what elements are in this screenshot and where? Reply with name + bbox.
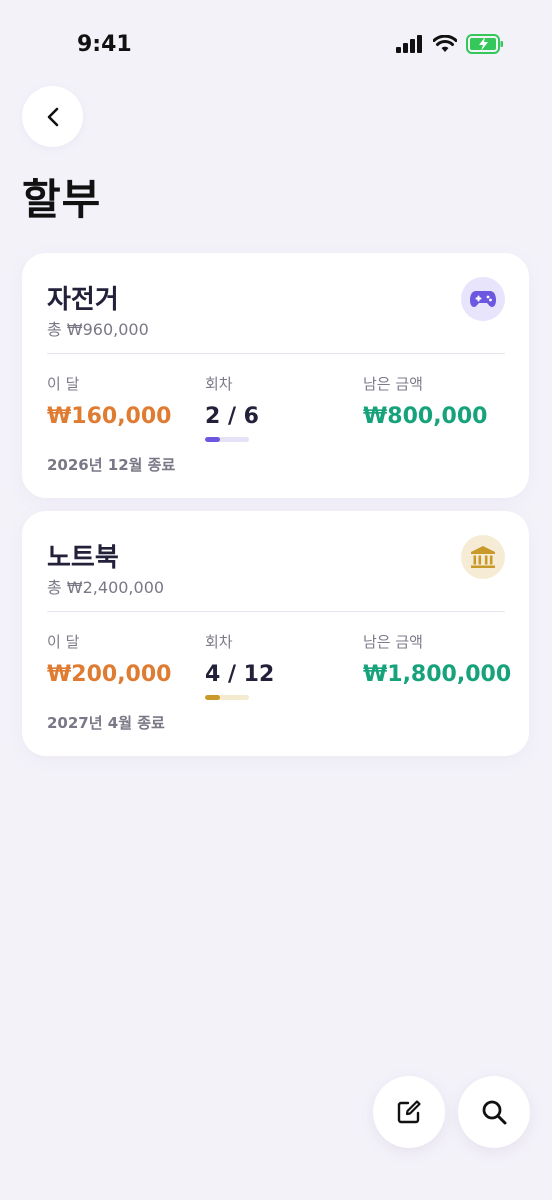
this-month-column: 이 달 ₩200,000 [47, 631, 171, 687]
wifi-icon [433, 35, 457, 52]
remaining-column: 남은 금액 ₩800,000 [363, 373, 487, 429]
search-icon [482, 1100, 507, 1125]
edit-button[interactable] [373, 1076, 445, 1148]
count-value: 2 / 6 [205, 404, 259, 429]
progress-bar [205, 695, 249, 700]
card-name: 자전거 [47, 285, 119, 315]
remaining-column: 남은 금액 ₩1,800,000 [363, 631, 511, 687]
signal-icon [396, 35, 422, 53]
progress-bar [205, 437, 249, 442]
card-name: 노트북 [47, 543, 119, 573]
card-total: 총 ₩960,000 [47, 320, 149, 339]
bank-icon [461, 535, 505, 579]
remaining-value: ₩1,800,000 [363, 662, 512, 687]
card-divider [47, 611, 505, 612]
gamepad-icon [461, 277, 505, 321]
end-date: 2027년 4월 종료 [47, 714, 165, 732]
progress-fill [205, 437, 220, 442]
end-date: 2026년 12월 종료 [47, 456, 176, 474]
battery-icon [466, 34, 503, 54]
card-total: 총 ₩2,400,000 [47, 578, 165, 597]
card-divider [47, 353, 505, 354]
installment-card[interactable]: 자전거 총 ₩960,000 이 달 ₩160,000 회차 2 / 6 남은 … [22, 253, 529, 498]
this-month-value: ₩160,000 [47, 404, 172, 429]
count-label: 회차 [205, 633, 233, 651]
remaining-label: 남은 금액 [363, 375, 423, 393]
count-column: 회차 4 / 12 [205, 631, 274, 700]
count-value: 4 / 12 [205, 662, 275, 687]
status-time: 9:41 [77, 32, 132, 57]
chevron-left-icon [47, 107, 58, 126]
back-button[interactable] [22, 86, 83, 147]
page-title: 할부 [22, 175, 102, 224]
remaining-label: 남은 금액 [363, 633, 423, 651]
this-month-label: 이 달 [47, 633, 80, 651]
edit-icon [397, 1100, 421, 1124]
status-icons [396, 34, 504, 54]
remaining-value: ₩800,000 [363, 404, 488, 429]
count-column: 회차 2 / 6 [205, 373, 259, 442]
search-button[interactable] [458, 1076, 530, 1148]
this-month-value: ₩200,000 [47, 662, 172, 687]
this-month-label: 이 달 [47, 375, 80, 393]
installment-card[interactable]: 노트북 총 ₩2,400,000 이 달 ₩200,000 회차 4 / 12 … [22, 511, 529, 756]
this-month-column: 이 달 ₩160,000 [47, 373, 171, 429]
count-label: 회차 [205, 375, 233, 393]
progress-fill [205, 695, 220, 700]
status-bar: 9:41 [0, 0, 552, 90]
